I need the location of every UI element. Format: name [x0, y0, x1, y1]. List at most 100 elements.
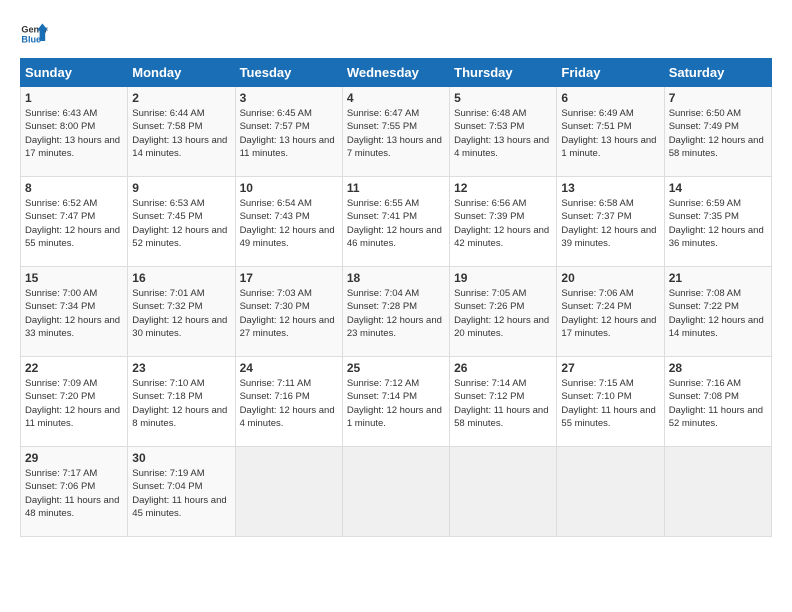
weekday-header-row: SundayMondayTuesdayWednesdayThursdayFrid…	[21, 59, 772, 87]
weekday-header-wednesday: Wednesday	[342, 59, 449, 87]
calendar-cell: 4 Sunrise: 6:47 AM Sunset: 7:55 PM Daylig…	[342, 87, 449, 177]
day-number: 16	[132, 271, 230, 285]
calendar-table: SundayMondayTuesdayWednesdayThursdayFrid…	[20, 58, 772, 537]
cell-sun-info: Sunrise: 7:10 AM Sunset: 7:18 PM Dayligh…	[132, 377, 230, 430]
calendar-cell: 6 Sunrise: 6:49 AM Sunset: 7:51 PM Daylig…	[557, 87, 664, 177]
cell-sun-info: Sunrise: 7:16 AM Sunset: 7:08 PM Dayligh…	[669, 377, 767, 430]
day-number: 27	[561, 361, 659, 375]
calendar-cell: 28Sunrise: 7:16 AM Sunset: 7:08 PM Dayli…	[664, 357, 771, 447]
cell-sun-info: Sunrise: 6:58 AM Sunset: 7:37 PM Dayligh…	[561, 197, 659, 250]
day-number: 6	[561, 91, 659, 105]
calendar-cell: 7 Sunrise: 6:50 AM Sunset: 7:49 PM Daylig…	[664, 87, 771, 177]
cell-sun-info: Sunrise: 6:44 AM Sunset: 7:58 PM Dayligh…	[132, 107, 230, 160]
weekday-header-thursday: Thursday	[450, 59, 557, 87]
cell-sun-info: Sunrise: 7:06 AM Sunset: 7:24 PM Dayligh…	[561, 287, 659, 340]
cell-sun-info: Sunrise: 6:53 AM Sunset: 7:45 PM Dayligh…	[132, 197, 230, 250]
weekday-header-tuesday: Tuesday	[235, 59, 342, 87]
calendar-cell	[342, 447, 449, 537]
day-number: 10	[240, 181, 338, 195]
calendar-cell: 11 Sunrise: 6:55 AM Sunset: 7:41 PM Dayli…	[342, 177, 449, 267]
svg-text:Blue: Blue	[21, 34, 41, 44]
day-number: 30	[132, 451, 230, 465]
calendar-cell: 30 Sunrise: 7:19 AM Sunset: 7:04 PM Dayli…	[128, 447, 235, 537]
cell-sun-info: Sunrise: 6:59 AM Sunset: 7:35 PM Dayligh…	[669, 197, 767, 250]
day-number: 26	[454, 361, 552, 375]
logo: General Blue	[20, 20, 48, 48]
calendar-week-3: 15Sunrise: 7:00 AM Sunset: 7:34 PM Dayli…	[21, 267, 772, 357]
cell-sun-info: Sunrise: 6:54 AM Sunset: 7:43 PM Dayligh…	[240, 197, 338, 250]
cell-sun-info: Sunrise: 7:01 AM Sunset: 7:32 PM Dayligh…	[132, 287, 230, 340]
weekday-header-saturday: Saturday	[664, 59, 771, 87]
calendar-cell: 29 Sunrise: 7:17 AM Sunset: 7:06 PM Dayli…	[21, 447, 128, 537]
calendar-cell: 10 Sunrise: 6:54 AM Sunset: 7:43 PM Dayli…	[235, 177, 342, 267]
calendar-cell: 9 Sunrise: 6:53 AM Sunset: 7:45 PM Daylig…	[128, 177, 235, 267]
day-number: 19	[454, 271, 552, 285]
day-number: 11	[347, 181, 445, 195]
cell-sun-info: Sunrise: 6:43 AM Sunset: 8:00 PM Dayligh…	[25, 107, 123, 160]
cell-sun-info: Sunrise: 6:48 AM Sunset: 7:53 PM Dayligh…	[454, 107, 552, 160]
day-number: 1	[25, 91, 123, 105]
day-number: 25	[347, 361, 445, 375]
cell-sun-info: Sunrise: 7:17 AM Sunset: 7:06 PM Dayligh…	[25, 467, 123, 520]
day-number: 12	[454, 181, 552, 195]
calendar-cell: 24Sunrise: 7:11 AM Sunset: 7:16 PM Dayli…	[235, 357, 342, 447]
day-number: 14	[669, 181, 767, 195]
calendar-cell: 12Sunrise: 6:56 AM Sunset: 7:39 PM Dayli…	[450, 177, 557, 267]
day-number: 23	[132, 361, 230, 375]
weekday-header-sunday: Sunday	[21, 59, 128, 87]
cell-sun-info: Sunrise: 7:14 AM Sunset: 7:12 PM Dayligh…	[454, 377, 552, 430]
cell-sun-info: Sunrise: 7:19 AM Sunset: 7:04 PM Dayligh…	[132, 467, 230, 520]
calendar-cell: 26 Sunrise: 7:14 AM Sunset: 7:12 PM Dayli…	[450, 357, 557, 447]
calendar-cell: 15Sunrise: 7:00 AM Sunset: 7:34 PM Dayli…	[21, 267, 128, 357]
cell-sun-info: Sunrise: 7:03 AM Sunset: 7:30 PM Dayligh…	[240, 287, 338, 340]
calendar-cell: 13 Sunrise: 6:58 AM Sunset: 7:37 PM Dayli…	[557, 177, 664, 267]
calendar-cell: 25 Sunrise: 7:12 AM Sunset: 7:14 PM Dayli…	[342, 357, 449, 447]
day-number: 13	[561, 181, 659, 195]
calendar-week-5: 29 Sunrise: 7:17 AM Sunset: 7:06 PM Dayli…	[21, 447, 772, 537]
page-header: General Blue	[20, 20, 772, 48]
calendar-week-4: 22 Sunrise: 7:09 AM Sunset: 7:20 PM Dayli…	[21, 357, 772, 447]
cell-sun-info: Sunrise: 7:09 AM Sunset: 7:20 PM Dayligh…	[25, 377, 123, 430]
cell-sun-info: Sunrise: 7:15 AM Sunset: 7:10 PM Dayligh…	[561, 377, 659, 430]
calendar-cell: 21Sunrise: 7:08 AM Sunset: 7:22 PM Dayli…	[664, 267, 771, 357]
cell-sun-info: Sunrise: 6:52 AM Sunset: 7:47 PM Dayligh…	[25, 197, 123, 250]
calendar-cell	[450, 447, 557, 537]
weekday-header-friday: Friday	[557, 59, 664, 87]
calendar-cell: 20 Sunrise: 7:06 AM Sunset: 7:24 PM Dayli…	[557, 267, 664, 357]
cell-sun-info: Sunrise: 6:45 AM Sunset: 7:57 PM Dayligh…	[240, 107, 338, 160]
calendar-cell: 14 Sunrise: 6:59 AM Sunset: 7:35 PM Dayli…	[664, 177, 771, 267]
day-number: 17	[240, 271, 338, 285]
cell-sun-info: Sunrise: 6:49 AM Sunset: 7:51 PM Dayligh…	[561, 107, 659, 160]
calendar-cell: 23 Sunrise: 7:10 AM Sunset: 7:18 PM Dayli…	[128, 357, 235, 447]
cell-sun-info: Sunrise: 7:04 AM Sunset: 7:28 PM Dayligh…	[347, 287, 445, 340]
calendar-cell: 18 Sunrise: 7:04 AM Sunset: 7:28 PM Dayli…	[342, 267, 449, 357]
cell-sun-info: Sunrise: 7:05 AM Sunset: 7:26 PM Dayligh…	[454, 287, 552, 340]
weekday-header-monday: Monday	[128, 59, 235, 87]
calendar-cell	[664, 447, 771, 537]
calendar-week-2: 8Sunrise: 6:52 AM Sunset: 7:47 PM Daylig…	[21, 177, 772, 267]
day-number: 18	[347, 271, 445, 285]
cell-sun-info: Sunrise: 7:11 AM Sunset: 7:16 PM Dayligh…	[240, 377, 338, 430]
day-number: 7	[669, 91, 767, 105]
cell-sun-info: Sunrise: 6:50 AM Sunset: 7:49 PM Dayligh…	[669, 107, 767, 160]
day-number: 21	[669, 271, 767, 285]
calendar-cell: 19 Sunrise: 7:05 AM Sunset: 7:26 PM Dayli…	[450, 267, 557, 357]
logo-icon: General Blue	[20, 20, 48, 48]
calendar-cell: 16 Sunrise: 7:01 AM Sunset: 7:32 PM Dayli…	[128, 267, 235, 357]
day-number: 20	[561, 271, 659, 285]
cell-sun-info: Sunrise: 6:55 AM Sunset: 7:41 PM Dayligh…	[347, 197, 445, 250]
day-number: 22	[25, 361, 123, 375]
day-number: 15	[25, 271, 123, 285]
cell-sun-info: Sunrise: 6:47 AM Sunset: 7:55 PM Dayligh…	[347, 107, 445, 160]
day-number: 5	[454, 91, 552, 105]
calendar-cell: 8Sunrise: 6:52 AM Sunset: 7:47 PM Daylig…	[21, 177, 128, 267]
day-number: 9	[132, 181, 230, 195]
day-number: 29	[25, 451, 123, 465]
calendar-week-1: 1 Sunrise: 6:43 AM Sunset: 8:00 PM Daylig…	[21, 87, 772, 177]
calendar-cell: 27 Sunrise: 7:15 AM Sunset: 7:10 PM Dayli…	[557, 357, 664, 447]
day-number: 4	[347, 91, 445, 105]
cell-sun-info: Sunrise: 7:12 AM Sunset: 7:14 PM Dayligh…	[347, 377, 445, 430]
calendar-cell: 2 Sunrise: 6:44 AM Sunset: 7:58 PM Daylig…	[128, 87, 235, 177]
day-number: 2	[132, 91, 230, 105]
calendar-cell	[235, 447, 342, 537]
